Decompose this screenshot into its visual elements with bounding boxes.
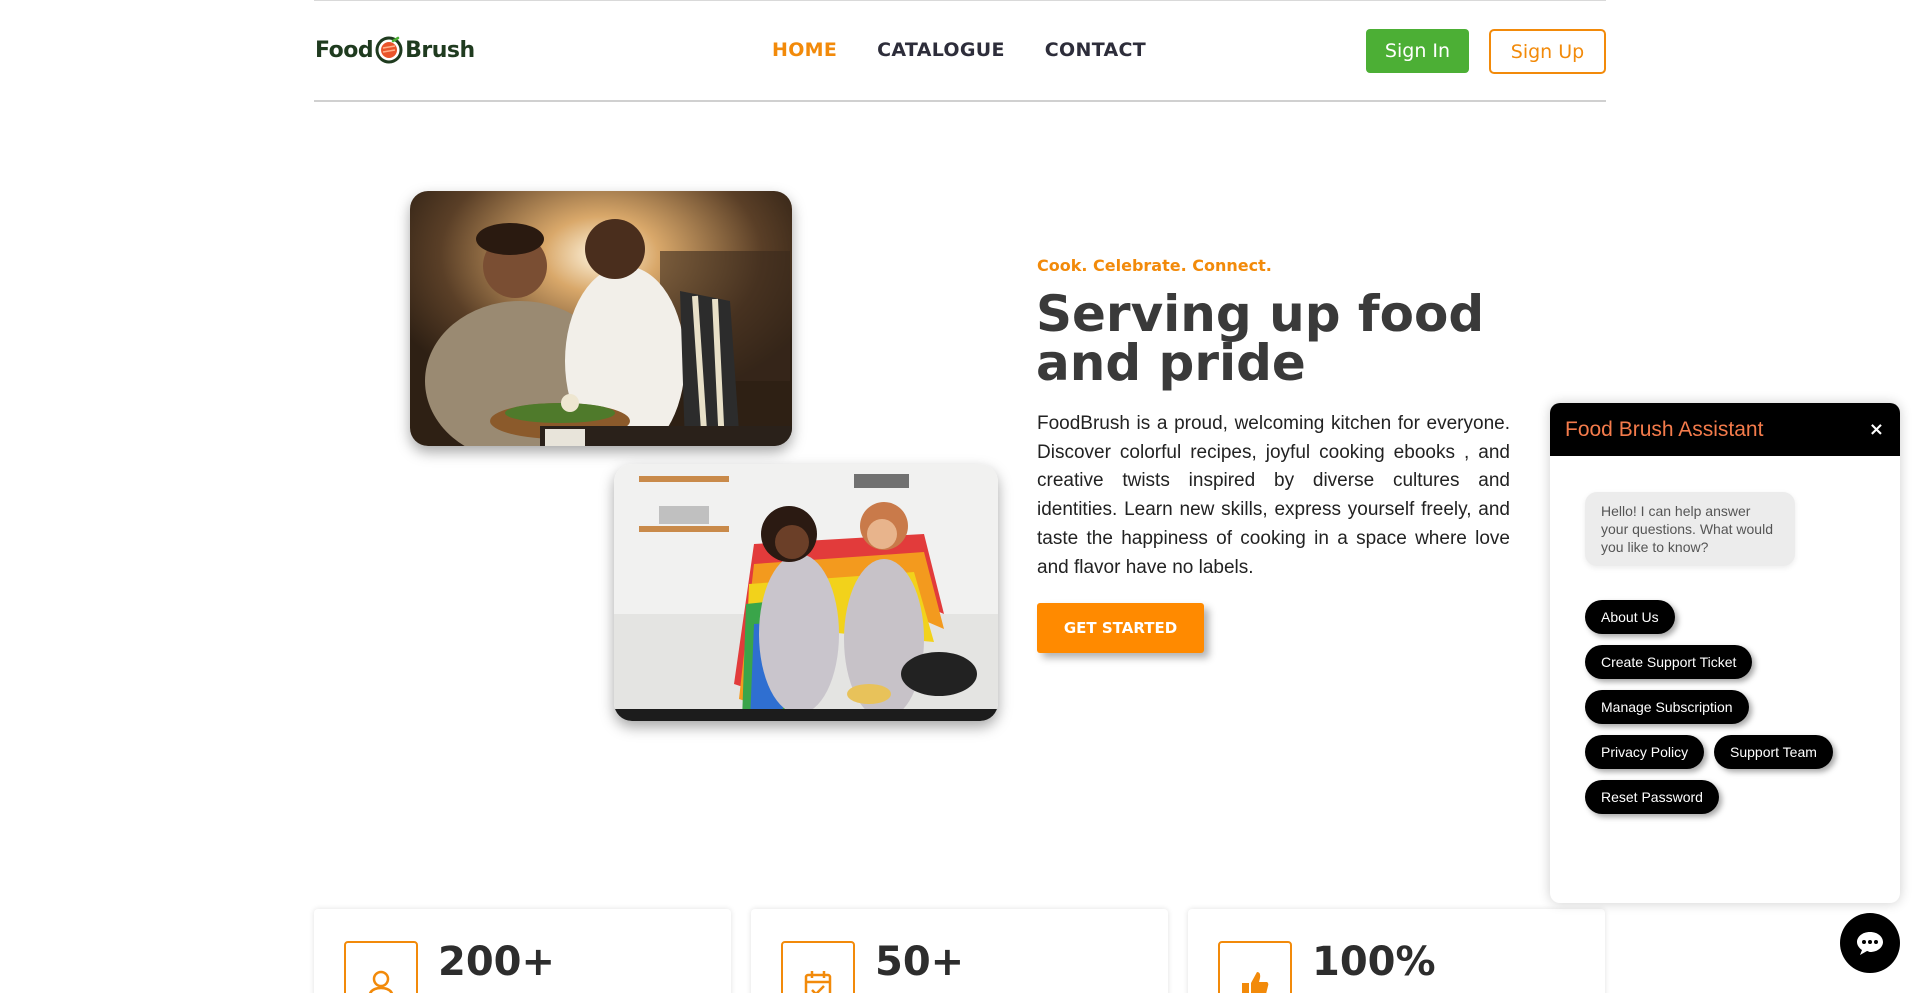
hero-photo-men-cooking <box>410 191 792 446</box>
page: Food Brush HOME CATALOGUE CONTACT Sign I… <box>0 0 1920 993</box>
logo-text-brush: Brush <box>405 37 475 63</box>
chat-toggle-button[interactable] <box>1840 913 1900 973</box>
logo[interactable]: Food Brush <box>315 35 475 65</box>
sign-up-button[interactable]: Sign Up <box>1489 29 1606 74</box>
stat-card-satisfaction: 100% <box>1188 909 1605 993</box>
user-icon <box>344 941 418 993</box>
stat-value: 100% <box>1312 939 1436 985</box>
chat-option-support-team[interactable]: Support Team <box>1714 735 1833 769</box>
nav-home[interactable]: HOME <box>772 39 837 61</box>
chat-header: Food Brush Assistant × <box>1550 403 1900 456</box>
stat-value: 50+ <box>875 939 965 985</box>
calendar-check-icon <box>781 941 855 993</box>
chat-bubble-icon <box>1857 932 1883 955</box>
chat-option-reset-password[interactable]: Reset Password <box>1585 780 1719 814</box>
chat-option-create-support-ticket[interactable]: Create Support Ticket <box>1585 645 1753 679</box>
chat-option-manage-subscription[interactable]: Manage Subscription <box>1585 690 1749 724</box>
main-nav: HOME CATALOGUE CONTACT <box>772 39 1146 61</box>
bowl-icon <box>374 35 404 65</box>
stat-card-users: 200+ <box>314 909 731 993</box>
stat-value: 200+ <box>438 939 556 985</box>
chat-greeting-message: Hello! I can help answer your questions.… <box>1585 492 1795 566</box>
logo-text-food: Food <box>315 37 374 63</box>
get-started-button[interactable]: GET STARTED <box>1037 603 1204 653</box>
chat-option-privacy-policy[interactable]: Privacy Policy <box>1585 735 1705 769</box>
thumbs-up-icon <box>1218 941 1292 993</box>
hero-photo-women-pride <box>614 464 998 721</box>
site-header: Food Brush HOME CATALOGUE CONTACT Sign I… <box>314 0 1606 102</box>
close-icon[interactable]: × <box>1869 419 1884 440</box>
stat-card-events: 50+ <box>751 909 1168 993</box>
chat-widget: Food Brush Assistant × Hello! I can help… <box>1550 403 1900 903</box>
chat-title: Food Brush Assistant <box>1565 417 1764 441</box>
hero-description: FoodBrush is a proud, welcoming kitchen … <box>1037 413 1510 578</box>
nav-catalogue[interactable]: CATALOGUE <box>877 39 1005 61</box>
hero-title: Serving up food and pride <box>1036 285 1485 392</box>
hero-tagline: Cook. Celebrate. Connect. <box>1037 256 1272 275</box>
sign-in-button[interactable]: Sign In <box>1366 29 1469 73</box>
chat-option-about-us[interactable]: About Us <box>1585 600 1675 634</box>
nav-contact[interactable]: CONTACT <box>1045 39 1146 61</box>
